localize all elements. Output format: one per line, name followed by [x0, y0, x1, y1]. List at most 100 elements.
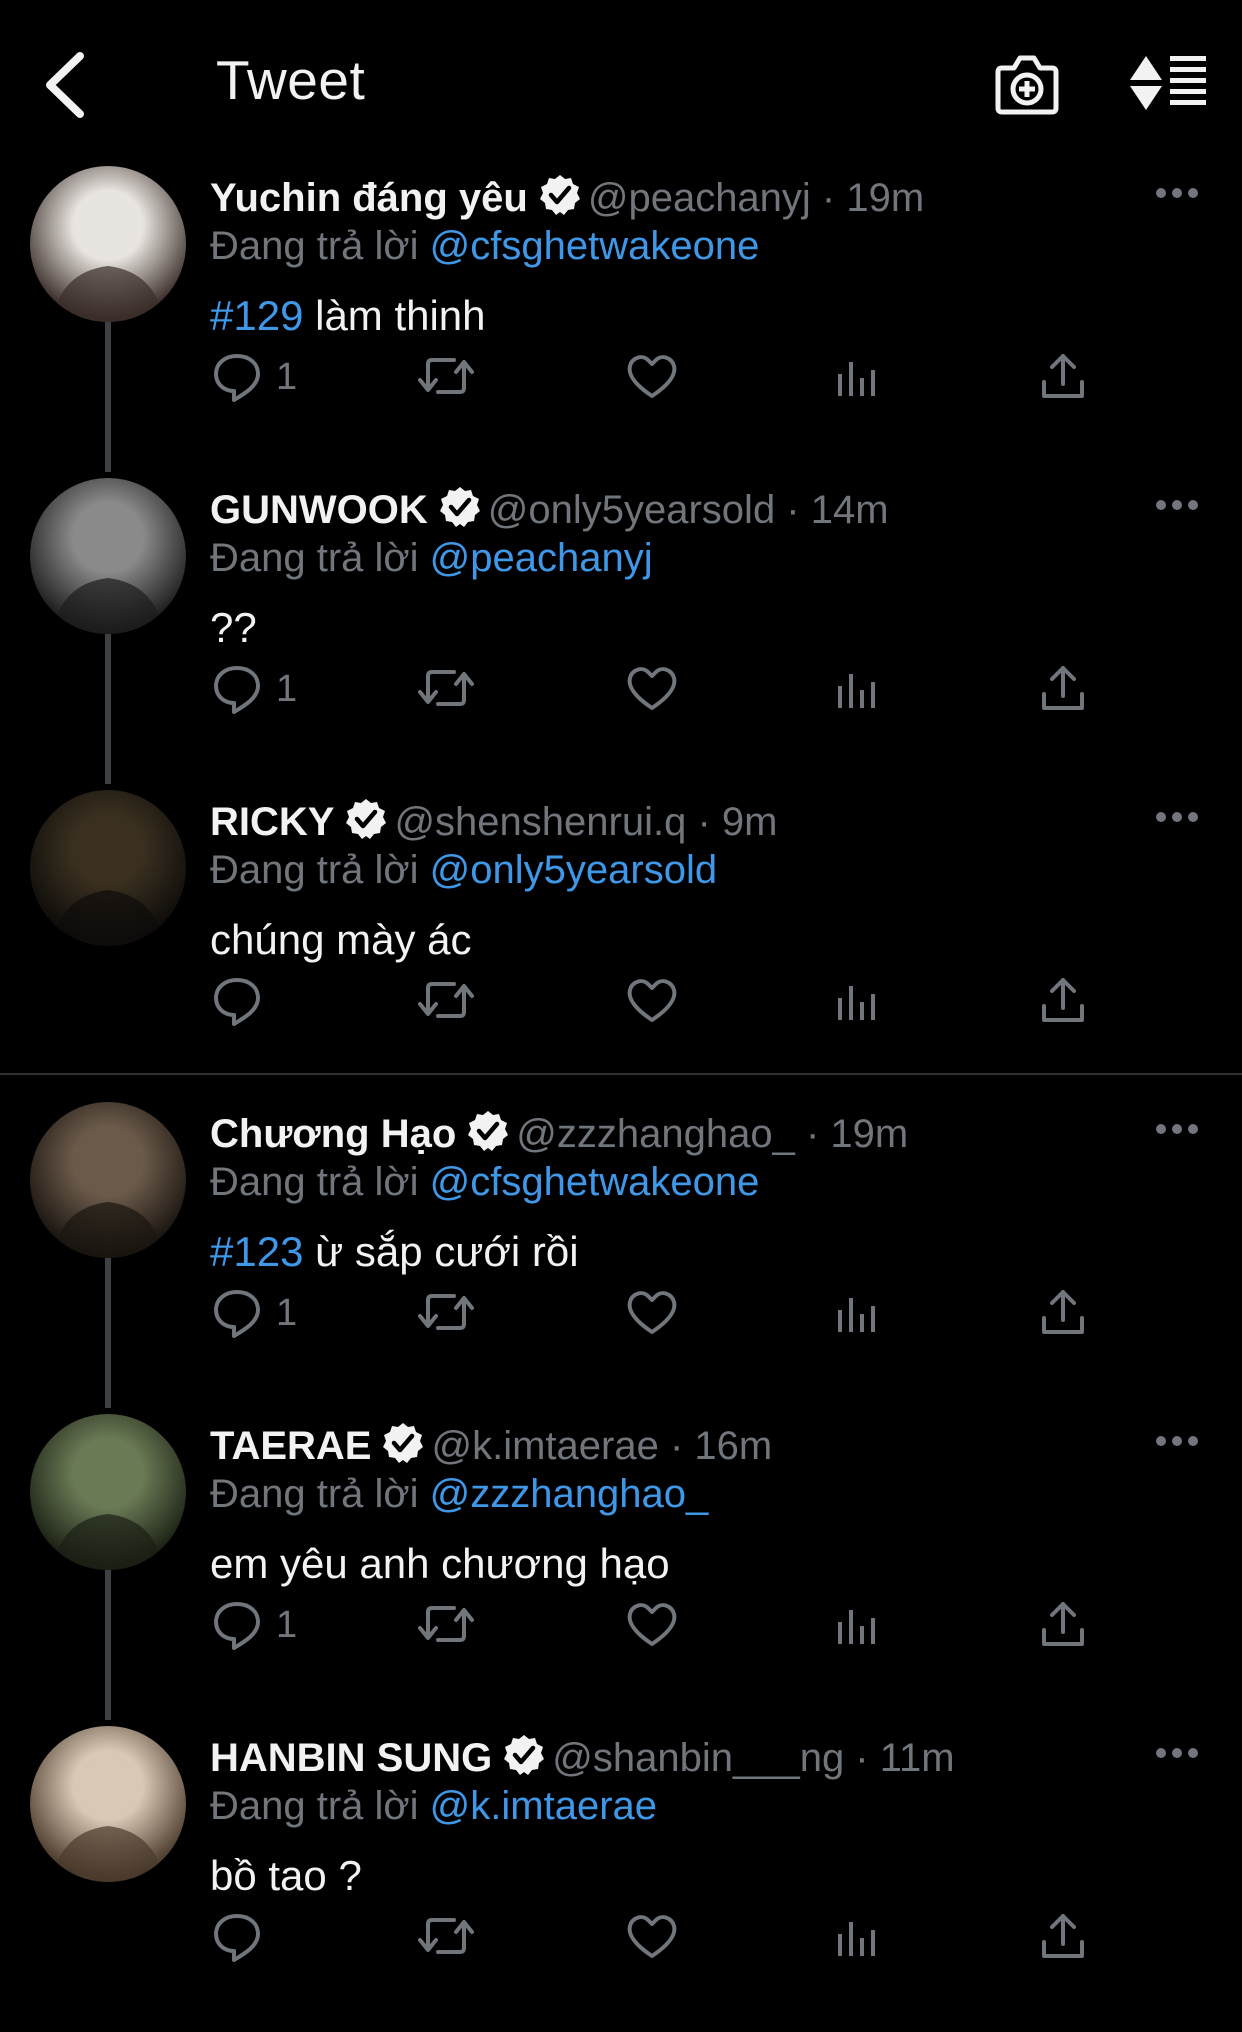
retweet-button[interactable]: [416, 1908, 476, 1968]
more-options-button[interactable]: [1152, 1738, 1202, 1768]
top-bar: Tweet: [0, 0, 1242, 160]
view-stats-button[interactable]: [832, 348, 882, 408]
replying-to-mention[interactable]: @k.imtaerae: [430, 1784, 657, 1828]
share-button[interactable]: [1038, 1596, 1088, 1656]
reply-button[interactable]: 1: [212, 348, 332, 408]
replying-to: Đang trả lời @peachanyj: [210, 532, 653, 584]
replying-to-mention[interactable]: @peachanyj: [430, 536, 653, 580]
view-stats-button[interactable]: [832, 1908, 882, 1968]
like-button[interactable]: [624, 660, 680, 720]
replying-to-mention[interactable]: @cfsghetwakeone: [430, 1160, 760, 1204]
heart-icon: [627, 979, 677, 1022]
retweet-button[interactable]: [416, 348, 476, 408]
replying-to-mention[interactable]: @zzzhanghao_: [430, 1472, 709, 1516]
replying-to-mention[interactable]: @only5yearsold: [430, 848, 717, 892]
like-button[interactable]: [624, 1596, 680, 1656]
separator-dot: ·: [775, 488, 811, 532]
reply-button[interactable]: 1: [212, 1284, 332, 1344]
display-name[interactable]: RICKY: [210, 800, 334, 844]
reply-tweet[interactable]: TAERAE @k.imtaerae · 16m Đang trả lời @zzz…: [0, 1408, 1242, 1720]
more-options-button[interactable]: [1152, 1114, 1202, 1144]
like-button[interactable]: [624, 348, 680, 408]
more-horizontal-icon: [1156, 500, 1198, 510]
retweet-button[interactable]: [416, 972, 476, 1032]
more-options-button[interactable]: [1152, 1426, 1202, 1456]
more-horizontal-icon: [1156, 1748, 1198, 1758]
share-upload-icon: [1042, 978, 1084, 1022]
back-button[interactable]: [38, 48, 98, 122]
retweet-button[interactable]: [416, 1596, 476, 1656]
tweet-body: ừ sắp cưới rồi: [303, 1228, 579, 1275]
view-stats-button[interactable]: [832, 1596, 882, 1656]
share-button[interactable]: [1038, 1284, 1088, 1344]
user-handle[interactable]: @peachanyj: [588, 176, 811, 220]
tweet-text: ??: [210, 600, 257, 656]
user-handle[interactable]: @zzzhanghao_: [516, 1112, 795, 1156]
retweet-icon: [418, 358, 474, 394]
analytics-bars-icon: [838, 362, 875, 396]
share-button[interactable]: [1038, 972, 1088, 1032]
more-options-button[interactable]: [1152, 490, 1202, 520]
replying-to: Đang trả lời @zzzhanghao_: [210, 1468, 708, 1520]
reply-icon: [214, 666, 260, 714]
sort-replies-button[interactable]: [1128, 52, 1208, 114]
share-button[interactable]: [1038, 660, 1088, 720]
reply-count: 1: [276, 356, 298, 398]
like-button[interactable]: [624, 972, 680, 1032]
reply-count: 1: [276, 668, 298, 710]
reply-button[interactable]: 1: [212, 1596, 332, 1656]
more-options-button[interactable]: [1152, 802, 1202, 832]
reply-icon: [214, 1602, 260, 1650]
view-stats-button[interactable]: [832, 1284, 882, 1344]
avatar[interactable]: [30, 166, 186, 322]
display-name[interactable]: TAERAE: [210, 1424, 371, 1468]
more-options-button[interactable]: [1152, 178, 1202, 208]
view-stats-button[interactable]: [832, 660, 882, 720]
view-stats-button[interactable]: [832, 972, 882, 1032]
timestamp: 19m: [846, 176, 925, 220]
avatar[interactable]: [30, 478, 186, 634]
reply-button[interactable]: 1: [212, 660, 332, 720]
display-name[interactable]: Yuchin đáng yêu: [210, 176, 528, 220]
like-button[interactable]: [624, 1284, 680, 1344]
share-button[interactable]: [1038, 348, 1088, 408]
avatar[interactable]: [30, 1414, 186, 1570]
display-name[interactable]: GUNWOOK: [210, 488, 428, 532]
share-button[interactable]: [1038, 1908, 1088, 1968]
user-handle[interactable]: @only5yearsold: [488, 488, 775, 532]
reply-tweet[interactable]: Yuchin đáng yêu @peachanyj · 19m Đang trả …: [0, 160, 1242, 472]
timestamp: 16m: [694, 1424, 773, 1468]
reply-count: 1: [276, 1604, 298, 1646]
avatar[interactable]: [30, 1102, 186, 1258]
verified-badge-icon: [346, 799, 387, 839]
retweet-button[interactable]: [416, 660, 476, 720]
like-button[interactable]: [624, 1908, 680, 1968]
replying-to-mention[interactable]: @cfsghetwakeone: [430, 224, 760, 268]
sort-list-icon: [1130, 56, 1206, 110]
retweet-button[interactable]: [416, 1284, 476, 1344]
avatar[interactable]: [30, 1726, 186, 1882]
user-handle[interactable]: @k.imtaerae: [431, 1424, 658, 1468]
timestamp: 11m: [879, 1736, 955, 1780]
hashtag-link[interactable]: #123: [210, 1228, 303, 1275]
camera-button[interactable]: [992, 50, 1062, 118]
reply-tweet[interactable]: RICKY @shenshenrui.q · 9m Đang trả lời @on…: [0, 784, 1242, 1096]
reply-tweet[interactable]: HANBIN SUNG @shanbin___ng · 11m Đang trả l…: [0, 1720, 1242, 2032]
reply-tweet[interactable]: GUNWOOK @only5yearsold · 14m Đang trả lời …: [0, 472, 1242, 784]
reply-button[interactable]: [212, 1908, 332, 1968]
timestamp: 9m: [721, 800, 778, 844]
reply-button[interactable]: [212, 972, 332, 1032]
tweet-actions: 1: [210, 348, 1110, 408]
user-handle[interactable]: @shanbin___ng: [552, 1736, 844, 1780]
reply-tweet[interactable]: Chương Hạo @zzzhanghao_ · 19m Đang trả lời…: [0, 1096, 1242, 1408]
hashtag-link[interactable]: #129: [210, 292, 303, 339]
user-handle[interactable]: @shenshenrui.q: [394, 800, 686, 844]
replying-to-label: Đang trả lời: [210, 1784, 419, 1828]
display-name[interactable]: Chương Hạo: [210, 1112, 456, 1156]
avatar[interactable]: [30, 790, 186, 946]
verified-badge-icon: [539, 175, 580, 215]
display-name[interactable]: HANBIN SUNG: [210, 1736, 492, 1780]
verified-badge-icon: [383, 1423, 424, 1463]
verified-badge-icon: [439, 487, 480, 527]
analytics-bars-icon: [838, 674, 875, 708]
